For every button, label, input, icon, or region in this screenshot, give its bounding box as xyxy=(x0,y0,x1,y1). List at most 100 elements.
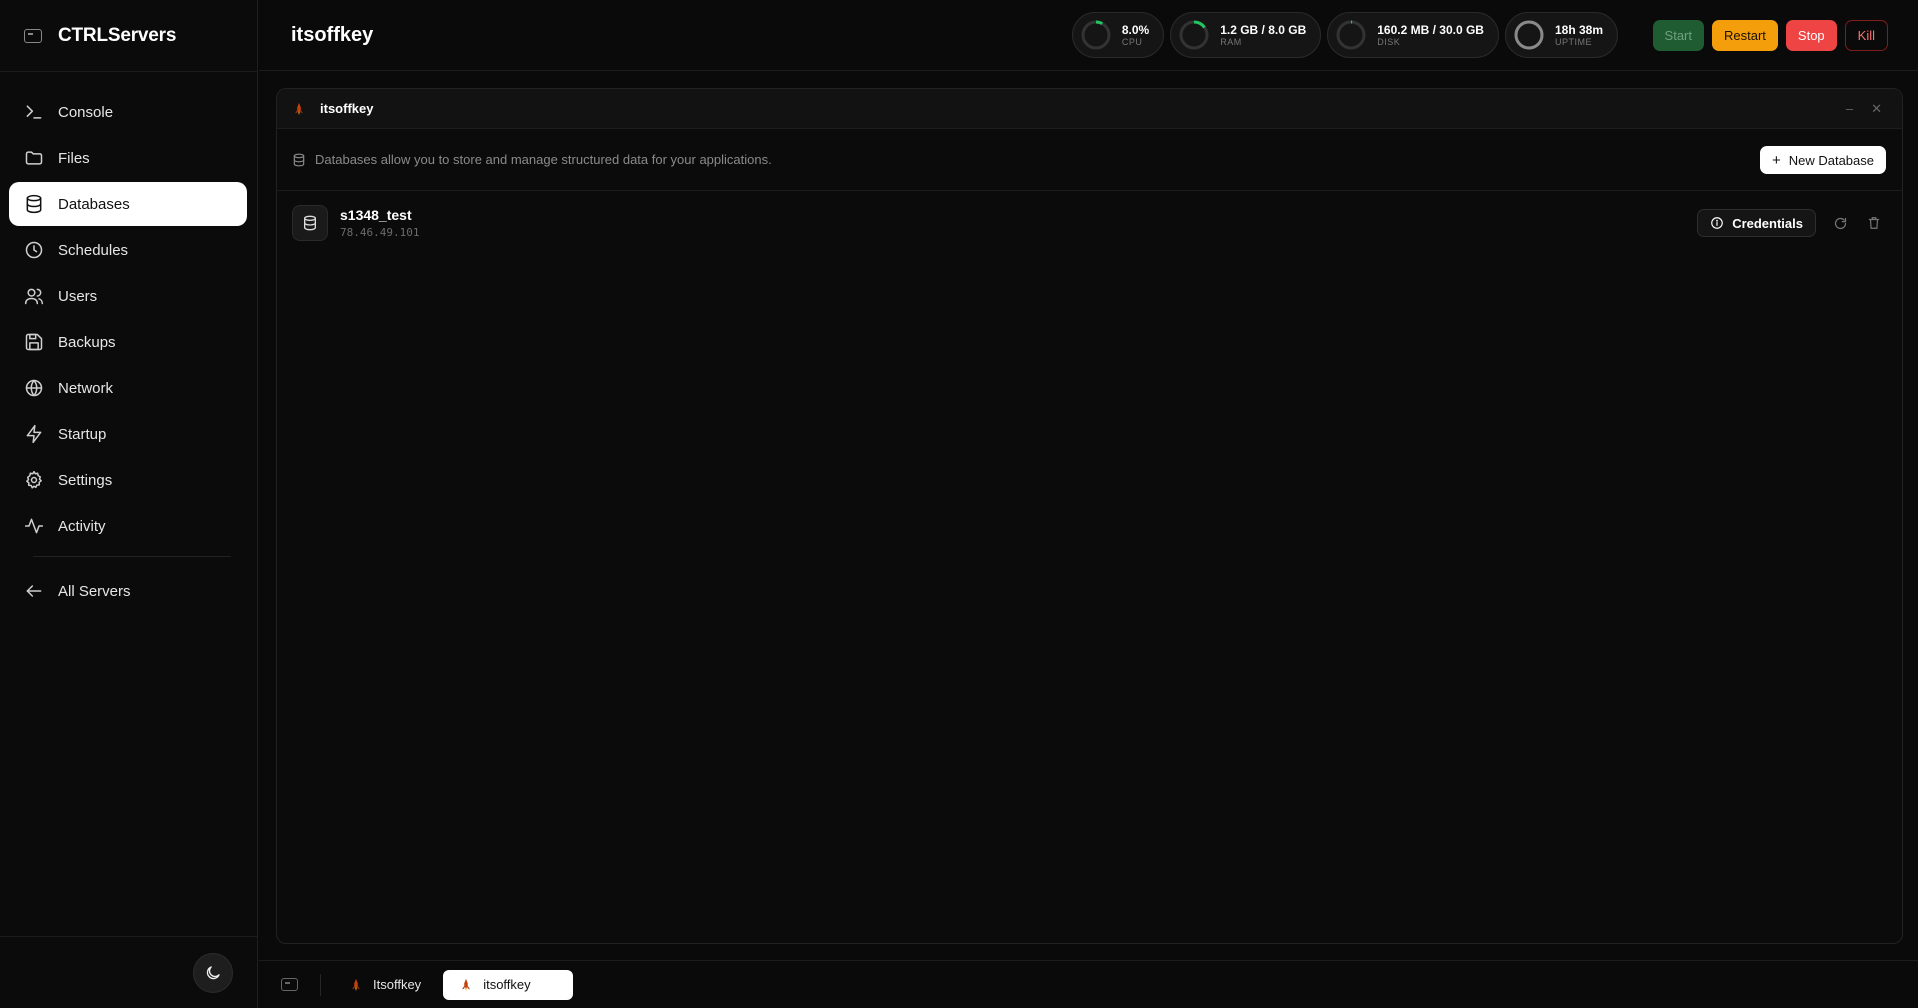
ram-stat: 1.2 GB / 8.0 GB RAM xyxy=(1170,12,1322,58)
top-header: itsoffkey 8.0% CPU 1.2 GB / 8.0 GB RAM 1… xyxy=(259,0,1918,71)
app-root: CTRLServers Console Files Databases Sche… xyxy=(0,0,1918,1008)
uptime-gauge xyxy=(1514,20,1544,50)
sidebar-item-label: Databases xyxy=(58,195,130,213)
clock-icon xyxy=(25,241,43,259)
rotate-password-button[interactable] xyxy=(1830,213,1850,233)
taskbar-tab-label: itsoffkey xyxy=(483,977,531,992)
theme-toggle-button[interactable] xyxy=(193,953,233,993)
sidebar-item-label: Users xyxy=(58,287,98,305)
uptime-value: 18h 38m xyxy=(1554,22,1603,37)
refresh-icon xyxy=(1834,217,1846,229)
sidebar-item-network[interactable]: Network xyxy=(9,366,247,410)
database-row-icon xyxy=(292,205,328,241)
disk-stat: 160.2 MB / 30.0 GB DISK xyxy=(1327,12,1499,58)
database-icon xyxy=(304,215,316,231)
sidebar: CTRLServers Console Files Databases Sche… xyxy=(0,0,258,1008)
moon-icon xyxy=(206,966,220,980)
info-icon xyxy=(1711,217,1724,229)
taskbar-tab[interactable]: Itsoffkey xyxy=(333,970,437,1000)
ram-label: RAM xyxy=(1220,36,1242,47)
disk-label: DISK xyxy=(1377,36,1401,47)
power-controls: Start Restart Stop Kill xyxy=(1652,20,1888,51)
restart-button[interactable]: Restart xyxy=(1712,20,1778,51)
uptime-stat: 18h 38m UPTIME xyxy=(1504,12,1618,58)
sidebar-item-label: Files xyxy=(58,149,90,167)
sidebar-item-schedules[interactable]: Schedules xyxy=(9,228,247,272)
sidebar-item-startup[interactable]: Startup xyxy=(9,412,247,456)
close-icon[interactable]: ✕ xyxy=(1871,101,1882,117)
sidebar-item-label: Backups xyxy=(58,333,116,351)
disk-value: 160.2 MB / 30.0 GB xyxy=(1377,22,1484,37)
trash-icon xyxy=(1868,217,1880,229)
users-icon xyxy=(24,288,44,305)
taskbar-tab-active[interactable]: itsoffkey xyxy=(443,969,574,1000)
credentials-label: Credentials xyxy=(1732,215,1803,231)
brand-logo-icon xyxy=(24,28,42,43)
gear-icon xyxy=(26,470,42,489)
rocket-icon xyxy=(295,102,303,115)
taskbar-tab-label: Itsoffkey xyxy=(373,977,422,992)
databases-window: itsoffkey – ✕ Databases allow you to sto… xyxy=(276,88,1903,944)
rocket-icon xyxy=(352,978,360,991)
window-controls: – ✕ xyxy=(1846,101,1882,117)
activity-icon xyxy=(24,518,44,534)
brand[interactable]: CTRLServers xyxy=(0,0,257,72)
database-info-icon xyxy=(293,153,305,166)
sidebar-footer xyxy=(0,936,257,1008)
start-button[interactable]: Start xyxy=(1652,20,1704,51)
nav-divider xyxy=(33,556,231,557)
database-host: 78.46.49.101 xyxy=(340,226,420,239)
window-title: itsoffkey xyxy=(320,101,374,116)
sidebar-item-label: Network xyxy=(58,379,114,397)
cpu-stat: 8.0% CPU xyxy=(1071,12,1165,58)
window-taskbar: Itsoffkey itsoffkey xyxy=(259,960,1918,1008)
disk-gauge xyxy=(1336,20,1366,50)
databases-toolbar: Databases allow you to store and manage … xyxy=(277,129,1902,191)
cpu-gauge xyxy=(1081,20,1111,50)
window-titlebar: itsoffkey – ✕ xyxy=(277,89,1902,129)
sidebar-item-label: Startup xyxy=(58,425,107,443)
new-database-label: New Database xyxy=(1788,152,1874,168)
kill-button[interactable]: Kill xyxy=(1844,20,1888,51)
all-servers-label: All Servers xyxy=(58,582,131,600)
sidebar-item-label: Console xyxy=(58,103,114,121)
globe-icon xyxy=(25,379,43,397)
new-database-button[interactable]: + New Database xyxy=(1759,146,1886,174)
database-name: s1348_test xyxy=(340,207,412,223)
brand-name: CTRLServers xyxy=(58,24,177,46)
cpu-value: 8.0% xyxy=(1121,22,1150,37)
sidebar-item-databases[interactable]: Databases xyxy=(9,182,247,226)
sidebar-item-console[interactable]: Console xyxy=(9,90,247,134)
ram-gauge xyxy=(1179,20,1209,50)
sidebar-item-settings[interactable]: Settings xyxy=(9,458,247,502)
databases-description: Databases allow you to store and manage … xyxy=(315,152,772,167)
sidebar-item-users[interactable]: Users xyxy=(9,274,247,318)
sidebar-item-label: Activity xyxy=(58,517,106,535)
plus-icon: + xyxy=(1771,151,1781,169)
stop-button[interactable]: Stop xyxy=(1785,20,1837,51)
database-row: s1348_test 78.46.49.101 Credentials xyxy=(277,191,1902,255)
cpu-label: CPU xyxy=(1121,36,1143,47)
sidebar-item-label: Settings xyxy=(58,471,113,489)
page-title: itsoffkey xyxy=(291,23,374,46)
sidebar-nav: Console Files Databases Schedules Users … xyxy=(0,72,257,613)
save-icon xyxy=(25,333,43,351)
credentials-button[interactable]: Credentials xyxy=(1697,209,1816,237)
sidebar-item-backups[interactable]: Backups xyxy=(9,320,247,364)
bolt-icon xyxy=(26,424,42,444)
folder-icon xyxy=(25,151,43,165)
dashboard-icon[interactable] xyxy=(281,978,298,991)
ram-value: 1.2 GB / 8.0 GB xyxy=(1220,22,1307,37)
rocket-icon xyxy=(462,978,471,991)
resource-stats: 8.0% CPU 1.2 GB / 8.0 GB RAM 160.2 MB / … xyxy=(1071,12,1618,58)
delete-database-button[interactable] xyxy=(1864,213,1884,233)
database-actions: Credentials xyxy=(1697,209,1884,237)
minimize-icon[interactable]: – xyxy=(1846,101,1853,117)
terminal-icon xyxy=(26,105,42,119)
database-icon xyxy=(26,194,42,214)
sidebar-item-activity[interactable]: Activity xyxy=(9,504,247,548)
taskbar-separator xyxy=(320,973,321,996)
uptime-label: UPTIME xyxy=(1554,36,1592,47)
sidebar-item-files[interactable]: Files xyxy=(9,136,247,180)
all-servers-link[interactable]: All Servers xyxy=(9,569,247,613)
